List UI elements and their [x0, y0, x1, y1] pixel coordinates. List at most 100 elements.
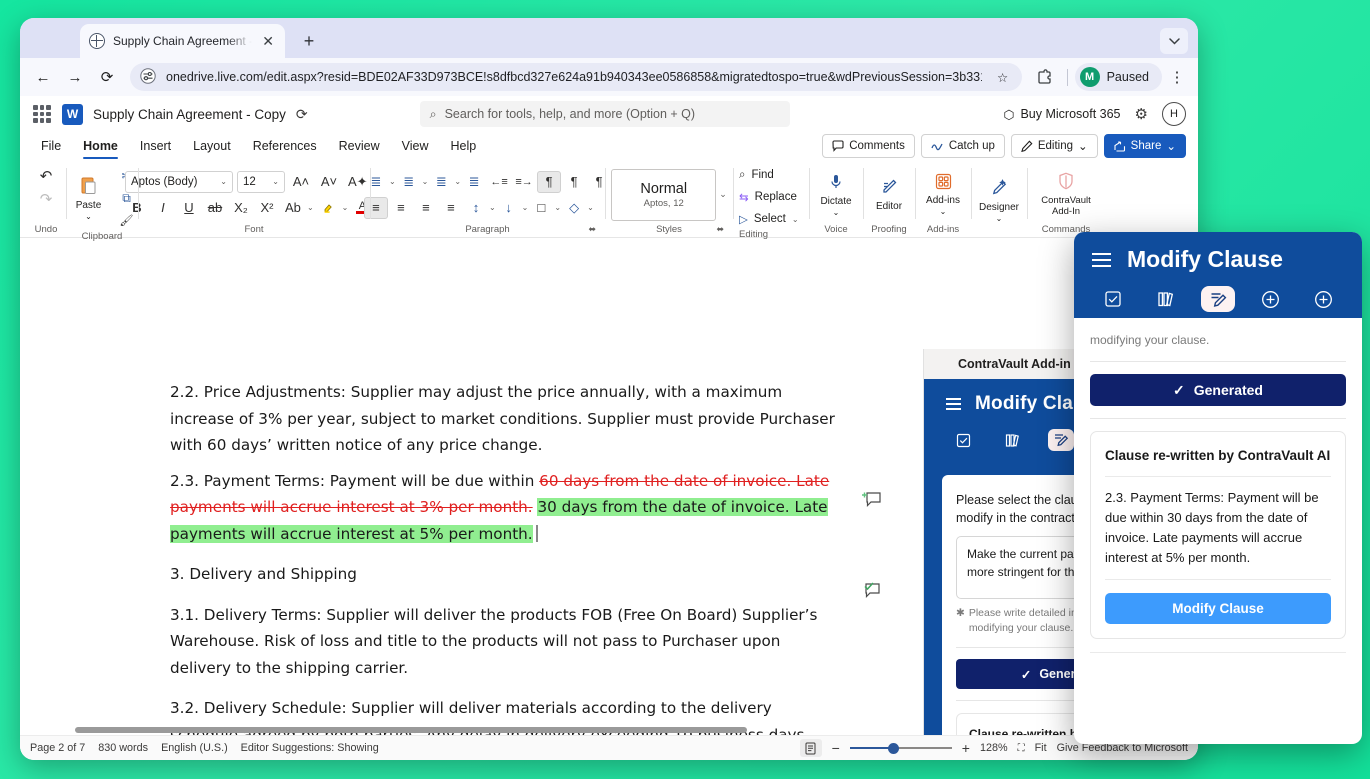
tab-file[interactable]: File [32, 136, 70, 156]
add-ins-button[interactable]: Add-ins ⌄ [920, 173, 966, 216]
decrease-indent-button[interactable]: ←≡ [487, 171, 511, 193]
align-right-button[interactable]: ≡ [414, 197, 438, 219]
sync-status-icon[interactable]: ⟳ [296, 106, 308, 123]
address-bar[interactable]: onedrive.live.com/edit.aspx?resid=BDE02A… [130, 63, 1022, 91]
select-button[interactable]: ▷ Select ⌄ [739, 209, 799, 229]
align-left-button[interactable]: ≡ [363, 196, 388, 219]
menu-icon[interactable] [1092, 252, 1111, 267]
plus-circle-icon[interactable] [1306, 286, 1340, 312]
find-button[interactable]: ⌕ Find [739, 165, 774, 185]
back-button[interactable]: ← [28, 62, 58, 92]
chevron-down-icon[interactable]: ⌄ [833, 208, 840, 217]
bullets-button[interactable]: ≣ [364, 171, 388, 193]
chevron-down-icon[interactable]: ⌄ [422, 177, 429, 186]
redo-button[interactable]: ↷ [34, 188, 58, 210]
library-icon[interactable] [999, 429, 1026, 451]
editor-suggestions-status[interactable]: Editor Suggestions: Showing [241, 742, 379, 754]
fit-icon[interactable]: ⛶ [1018, 743, 1025, 754]
new-comment-icon[interactable] [862, 489, 884, 513]
zoom-slider-knob[interactable] [887, 742, 899, 754]
style-normal[interactable]: Normal Aptos, 12 [611, 168, 717, 221]
chevron-down-icon[interactable]: ⌄ [587, 203, 594, 212]
tab-review[interactable]: Review [330, 136, 389, 156]
justify-button[interactable]: ≡ [439, 197, 463, 219]
zoom-level[interactable]: 128% [980, 742, 1008, 754]
editor-button[interactable]: Editor [866, 178, 912, 212]
tab-references[interactable]: References [244, 136, 326, 156]
close-icon[interactable]: ✕ [260, 34, 276, 48]
paste-button[interactable]: Paste ⌄ [66, 176, 112, 221]
left-to-right-button[interactable]: ¶ [537, 170, 562, 193]
fit-label[interactable]: Fit [1035, 742, 1047, 754]
search-input[interactable]: ⌕ Search for tools, help, and more (Opti… [419, 101, 790, 127]
designer-button[interactable]: Designer ⌄ [976, 178, 1022, 223]
chevron-down-icon[interactable]: ⌄ [489, 203, 496, 212]
highlight-color-button[interactable] [316, 197, 340, 219]
reload-button[interactable]: ⟳ [92, 62, 122, 92]
chevron-down-icon[interactable]: ⌄ [85, 212, 92, 221]
shrink-font-button[interactable]: A˅ [317, 171, 341, 193]
chevron-down-icon[interactable]: ⌄ [522, 203, 529, 212]
edit-document-icon[interactable] [1047, 429, 1075, 451]
contravault-addin-button[interactable]: ContraVault Add-In [1031, 172, 1101, 217]
paragraph-dialog-launcher-icon[interactable]: ⬌ [588, 224, 596, 235]
sort-button[interactable]: ↓ [497, 197, 521, 219]
chevron-down-icon[interactable]: ⌄ [719, 189, 727, 200]
site-settings-icon[interactable] [140, 68, 158, 86]
align-center-button[interactable]: ≡ [389, 197, 413, 219]
page-indicator[interactable]: Page 2 of 7 [30, 742, 85, 754]
buy-microsoft-365-button[interactable]: ⬡ Buy Microsoft 365 [1004, 107, 1121, 122]
line-spacing-button[interactable]: ↕ [464, 197, 488, 219]
document-horizontal-scrollbar[interactable] [75, 727, 747, 733]
bold-button[interactable]: B [125, 197, 149, 219]
tab-search-chevron-down-icon[interactable] [1160, 28, 1188, 54]
reading-view-icon[interactable] [799, 739, 822, 757]
multilevel-list-button[interactable]: ≣ [429, 171, 453, 193]
tab-view[interactable]: View [393, 136, 438, 156]
tab-layout[interactable]: Layout [184, 136, 240, 156]
resolved-comment-icon[interactable] [862, 581, 884, 605]
library-icon[interactable] [1149, 286, 1183, 312]
language-indicator[interactable]: English (U.S.) [161, 742, 228, 754]
edit-document-icon[interactable] [1201, 286, 1235, 312]
chevron-down-icon[interactable]: ⌄ [554, 203, 561, 212]
chevron-down-icon[interactable]: ⌄ [342, 203, 349, 212]
tab-help[interactable]: Help [442, 136, 486, 156]
zoom-out-button[interactable]: − [832, 740, 840, 756]
word-count[interactable]: 830 words [98, 742, 148, 754]
font-size-select[interactable]: 12 ⌄ [236, 170, 285, 193]
new-tab-button[interactable]: + [295, 27, 323, 55]
shading-button[interactable]: ◇ [562, 197, 586, 219]
right-to-left-button[interactable]: ¶ [562, 171, 586, 193]
browser-tab[interactable]: Supply Chain Agreement - Co ✕ [80, 24, 285, 58]
zoom-slider[interactable] [849, 741, 952, 755]
superscript-button[interactable]: X² [255, 197, 279, 219]
dictate-button[interactable]: Dictate ⌄ [813, 173, 859, 217]
numbering-button[interactable]: ≣ [397, 171, 421, 193]
popup-generate-button[interactable]: ✓ Generated [1090, 374, 1346, 406]
increase-indent-button[interactable]: ≡→ [512, 171, 536, 193]
task-list-button[interactable]: ≣ [462, 171, 486, 193]
subscript-button[interactable]: X₂ [229, 197, 253, 219]
document-body[interactable]: 2.2. Price Adjustments: Supplier may adj… [170, 379, 842, 735]
styles-dialog-launcher-icon[interactable]: ⬌ [716, 224, 724, 235]
chevron-down-icon[interactable]: ⌄ [389, 177, 396, 186]
comments-button[interactable]: Comments [822, 134, 915, 158]
bookmark-star-icon[interactable]: ☆ [990, 64, 1016, 90]
chevron-down-icon[interactable]: ⌄ [940, 207, 947, 216]
change-case-button[interactable]: Ab [281, 197, 305, 219]
modify-clause-button[interactable]: Modify Clause [1105, 593, 1331, 624]
replace-button[interactable]: ⇆ Replace [739, 187, 797, 207]
user-avatar[interactable]: H [1161, 102, 1186, 126]
undo-button[interactable]: ↶ [34, 165, 58, 187]
menu-icon[interactable] [946, 398, 961, 410]
profile-button[interactable]: M Paused [1074, 63, 1162, 91]
catch-up-button[interactable]: Catch up [920, 134, 1005, 158]
zoom-in-button[interactable]: + [962, 740, 970, 756]
checkbox-icon[interactable] [950, 429, 977, 451]
borders-button[interactable]: □ [529, 197, 553, 219]
grow-font-button[interactable]: A˄ [289, 171, 313, 193]
chevron-down-icon[interactable]: ⌄ [996, 214, 1003, 223]
underline-button[interactable]: U [177, 197, 201, 219]
editing-mode-button[interactable]: Editing ⌄ [1010, 134, 1098, 158]
